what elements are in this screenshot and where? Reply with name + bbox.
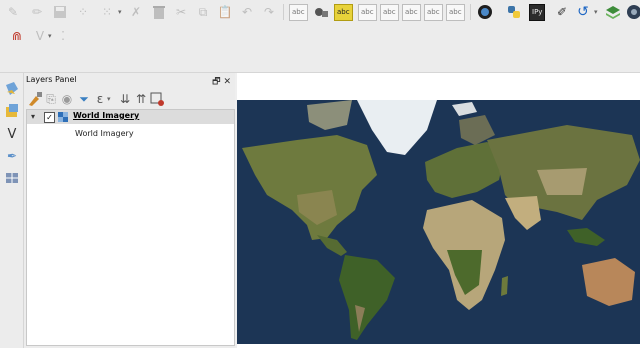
layer-name: World Imagery xyxy=(73,111,140,120)
chevron-down-icon[interactable]: ▾ xyxy=(107,95,111,103)
remove-layer-icon[interactable] xyxy=(148,90,166,108)
pencil-icon[interactable]: ✎ xyxy=(4,3,22,21)
vertex-tool-icon[interactable]: ⁙ xyxy=(98,3,116,21)
add-delimited-text-icon[interactable]: V xyxy=(3,125,21,143)
close-panel-icon[interactable]: ✕ xyxy=(223,77,231,87)
world-imagery-map[interactable] xyxy=(237,100,640,344)
add-vector-layer-icon[interactable] xyxy=(3,80,21,98)
save-edits-icon[interactable] xyxy=(51,3,69,21)
copy-features-icon[interactable]: ⧉ xyxy=(194,3,212,21)
pen-curve-icon[interactable]: ✐ xyxy=(553,3,571,21)
layer-legend-item: World Imagery xyxy=(75,129,134,138)
network-icon[interactable] xyxy=(625,3,640,21)
main-toolbar: ✎ ✏ ⁘ ⁙ ▾ ✗ ✂ ⧉ 📋 ↶ ↷ abc abc abc abc ab… xyxy=(0,0,640,25)
new-shapefile-icon[interactable]: ✒ xyxy=(3,147,21,165)
panel-toolbar: ⎘ ◉ ⏷ ε ▾ ⇊ ⇈ xyxy=(24,90,235,108)
chevron-down-icon[interactable]: ▾ xyxy=(48,32,52,40)
layers-panel: Layers Panel 🗗 ✕ ⎘ ◉ ⏷ ε ▾ ⇊ ⇈ ▾ ✓ World… xyxy=(24,73,235,348)
add-feature-icon[interactable]: ⁘ xyxy=(74,3,92,21)
layer-visibility-checkbox[interactable]: ✓ xyxy=(44,112,55,123)
label-change-icon[interactable]: abc xyxy=(424,4,443,21)
globe-icon[interactable] xyxy=(476,3,494,21)
collapse-arrow-icon[interactable]: ▾ xyxy=(31,112,35,121)
add-wms-icon[interactable] xyxy=(3,169,21,187)
ipython-icon[interactable]: IPy xyxy=(529,4,546,21)
magnet-icon[interactable]: ⋒ xyxy=(8,27,26,45)
grid-snap-icon[interactable]: ⁚ xyxy=(54,27,72,45)
label-pin-icon[interactable] xyxy=(312,3,330,21)
label-rotate-icon[interactable]: abc xyxy=(402,4,421,21)
chevron-down-icon[interactable]: ▾ xyxy=(118,8,122,16)
map-themes-icon[interactable]: ◉ xyxy=(58,90,76,108)
edit-icon[interactable]: ✏ xyxy=(28,3,46,21)
float-panel-icon[interactable]: 🗗 xyxy=(212,77,220,87)
map-canvas[interactable] xyxy=(237,73,640,348)
snapping-toolbar: ⋒ V ▾ ⁚ 12⇕ px▾ Y ✕ ⤫ ▾ xyxy=(0,24,640,67)
raster-layer-icon xyxy=(58,112,68,122)
delete-selected-icon[interactable]: ✗ xyxy=(127,3,145,21)
refresh-icon[interactable]: ↺ xyxy=(574,3,592,21)
python-icon[interactable] xyxy=(505,3,523,21)
trash-icon[interactable] xyxy=(150,3,168,21)
layer-row[interactable]: ▾ ✓ World Imagery xyxy=(27,110,234,124)
madagascar xyxy=(501,276,508,296)
panel-title: Layers Panel xyxy=(26,75,77,84)
paste-features-icon[interactable]: 📋 xyxy=(216,3,234,21)
vertex-snap-icon[interactable]: V xyxy=(31,27,49,45)
layer-tree: ▾ ✓ World Imagery World Imagery xyxy=(26,109,235,346)
label-icon[interactable]: abc xyxy=(289,4,308,21)
redo-icon[interactable]: ↷ xyxy=(260,3,278,21)
undo-icon[interactable]: ↶ xyxy=(238,3,256,21)
cut-features-icon[interactable]: ✂ xyxy=(172,3,190,21)
label-show-hide-icon[interactable]: abc xyxy=(358,4,377,21)
add-raster-layer-icon[interactable] xyxy=(3,102,21,120)
label-move-icon[interactable]: abc xyxy=(380,4,399,21)
label-highlight-icon[interactable]: abc xyxy=(334,4,353,21)
plugin-icon[interactable] xyxy=(604,3,622,21)
chevron-down-icon[interactable]: ▾ xyxy=(594,8,598,16)
layer-toolbar: V ✒ xyxy=(0,73,24,348)
shape-toolbar: ⌒ ▾ ◯ ▾ ⬭ ▾ ▭ ▾ ⬡ ▾ xyxy=(0,48,640,116)
label-properties-icon[interactable]: abc xyxy=(446,4,465,21)
